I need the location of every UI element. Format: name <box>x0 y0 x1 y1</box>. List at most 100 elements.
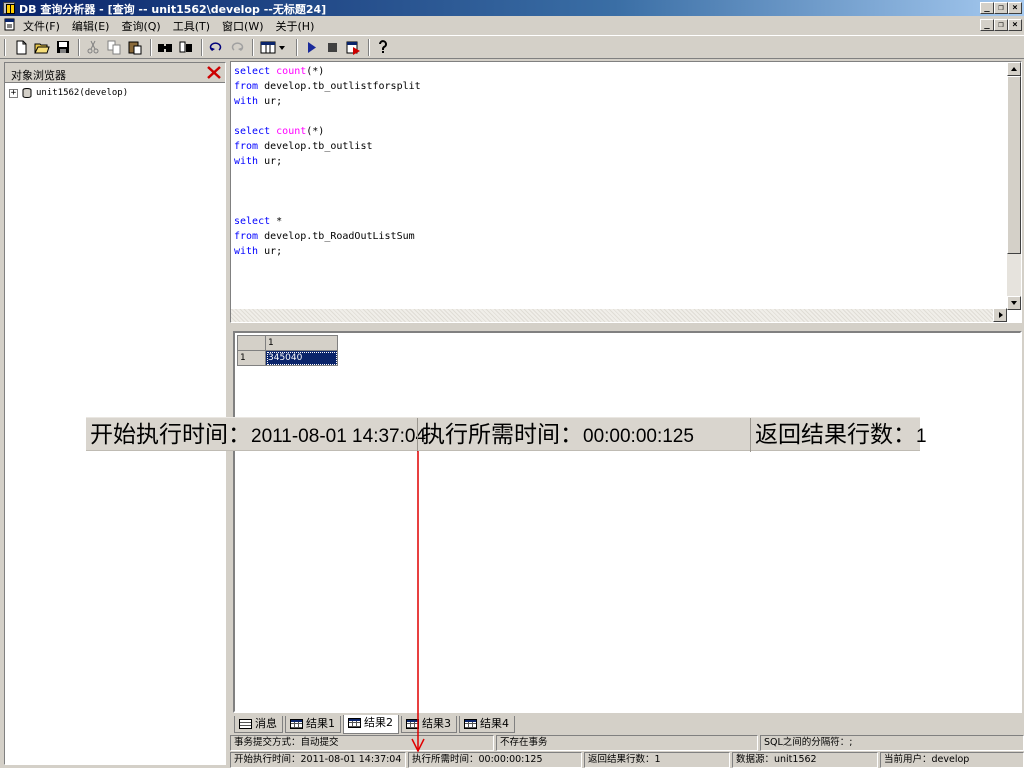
sql-text: (*) <box>306 66 325 77</box>
callout-elapsed: 执行所需时间：00:00:00:125 <box>422 418 694 452</box>
tree-item-database[interactable]: + unit1562(develop) <box>9 87 128 99</box>
code-line[interactable]: select count(*) <box>234 124 421 139</box>
result-tabs: 消息 结果1 结果2 结果3 结果4 <box>234 715 517 734</box>
toolbar-separator <box>150 39 152 56</box>
close-icon[interactable] <box>205 64 223 81</box>
message-icon <box>239 719 252 729</box>
replace-icon[interactable] <box>177 39 195 56</box>
scroll-thumb[interactable] <box>1007 76 1021 254</box>
callout-elapsed-value: 00:00:00:125 <box>583 426 694 447</box>
code-line[interactable]: from develop.tb_RoadOutListSum <box>234 229 421 244</box>
document-window-controls: _ ❐ × <box>980 19 1022 31</box>
document-icon[interactable] <box>4 18 16 31</box>
cut-icon[interactable] <box>84 39 102 56</box>
doc-minimize-button[interactable]: _ <box>980 19 994 31</box>
tab-result-2[interactable]: 结果2 <box>343 715 399 734</box>
tab-result-4[interactable]: 结果4 <box>459 716 515 733</box>
minimize-button[interactable]: _ <box>980 2 994 14</box>
sql-keyword: with <box>234 96 259 107</box>
status-rows: 返回结果行数：1 <box>584 752 730 768</box>
toolbar-separator <box>78 39 80 56</box>
callout-rows-value: 1 <box>916 426 927 447</box>
grid-icon <box>464 719 477 729</box>
execute-icon[interactable] <box>302 39 320 56</box>
menu-about[interactable]: 关于(H) <box>275 18 316 34</box>
tab-label: 结果2 <box>364 716 393 729</box>
callout-start-label: 开始执行时间： <box>90 422 251 448</box>
callout-rows-label: 返回结果行数： <box>755 422 916 448</box>
save-icon[interactable] <box>54 39 72 56</box>
sql-keyword: select <box>234 66 277 77</box>
toolbar-separator <box>368 39 370 56</box>
sql-keyword: from <box>234 141 259 152</box>
callout-divider <box>750 418 751 452</box>
scroll-up-icon[interactable] <box>1007 62 1021 76</box>
tab-result-1[interactable]: 结果1 <box>285 716 341 733</box>
sql-text: ur; <box>258 96 283 107</box>
new-file-icon[interactable] <box>12 39 30 56</box>
find-icon[interactable] <box>156 39 174 56</box>
sql-keyword: from <box>234 231 259 242</box>
tab-messages[interactable]: 消息 <box>234 716 283 733</box>
code-line[interactable]: from develop.tb_outlistforsplit <box>234 79 421 94</box>
sql-text: ur; <box>258 246 283 257</box>
paste-icon[interactable] <box>126 39 144 56</box>
restore-button[interactable]: ❐ <box>994 2 1008 14</box>
stop-icon[interactable] <box>323 39 341 56</box>
code-line[interactable] <box>234 169 421 184</box>
tab-result-3[interactable]: 结果3 <box>401 716 457 733</box>
doc-close-button[interactable]: × <box>1008 19 1022 31</box>
callout-start: 开始执行时间：2011-08-01 14:37:04 <box>90 418 426 452</box>
sql-editor[interactable]: select count(*) from develop.tb_outlistfo… <box>230 61 1022 323</box>
code-line[interactable]: select * <box>234 214 421 229</box>
row-header[interactable]: 1 <box>237 350 266 366</box>
sql-keyword: select <box>234 126 277 137</box>
sql-code[interactable]: select count(*) from develop.tb_outlistfo… <box>234 64 421 259</box>
results-pane: 1 1 345040 <box>233 331 1022 713</box>
scroll-down-icon[interactable] <box>1007 296 1021 310</box>
code-line[interactable] <box>234 109 421 124</box>
menu-window[interactable]: 窗口(W) <box>221 18 264 34</box>
code-line[interactable]: from develop.tb_outlist <box>234 139 421 154</box>
sql-function: count <box>276 126 307 137</box>
menu-file[interactable]: 文件(F) <box>22 18 61 34</box>
tab-label: 结果1 <box>306 717 335 730</box>
column-header[interactable]: 1 <box>265 335 338 351</box>
copy-icon[interactable] <box>105 39 123 56</box>
sql-keyword: select <box>234 216 271 227</box>
code-line[interactable] <box>234 184 421 199</box>
grid-icon <box>348 718 361 728</box>
object-browser-header: 对象浏览器 <box>5 63 225 83</box>
grid-corner[interactable] <box>237 335 266 351</box>
help-icon[interactable] <box>374 39 392 56</box>
undo-icon[interactable] <box>207 39 225 56</box>
close-button[interactable]: × <box>1008 2 1022 14</box>
results-mode-dropdown-icon[interactable] <box>258 39 288 56</box>
status-user: 当前用户：develop <box>880 752 1024 768</box>
code-line[interactable] <box>234 199 421 214</box>
vertical-scrollbar[interactable] <box>1007 62 1021 310</box>
doc-restore-button[interactable]: ❐ <box>994 19 1008 31</box>
app-icon <box>3 2 15 14</box>
menu-tools[interactable]: 工具(T) <box>172 18 211 34</box>
code-line[interactable]: with ur; <box>234 94 421 109</box>
callout-rows: 返回结果行数：1 <box>755 418 927 452</box>
status-callout: 开始执行时间：2011-08-01 14:37:04 执行所需时间：00:00:… <box>86 417 927 452</box>
toolbar-grip <box>4 39 6 56</box>
menu-edit[interactable]: 编辑(E) <box>71 18 111 34</box>
menu-items: 文件(F) 编辑(E) 查询(Q) 工具(T) 窗口(W) 关于(H) <box>22 18 315 34</box>
sql-keyword: with <box>234 246 259 257</box>
scroll-right-icon[interactable] <box>993 308 1007 322</box>
expand-icon[interactable]: + <box>9 88 18 98</box>
redo-icon[interactable] <box>228 39 246 56</box>
code-line[interactable]: with ur; <box>234 154 421 169</box>
execute-plan-icon[interactable] <box>344 39 362 56</box>
code-line[interactable]: select count(*) <box>234 64 421 79</box>
status-elapsed: 执行所需时间：00:00:00:125 <box>408 752 582 768</box>
menu-query[interactable]: 查询(Q) <box>120 18 161 34</box>
code-line[interactable]: with ur; <box>234 244 421 259</box>
sql-text: (*) <box>306 126 325 137</box>
result-cell[interactable]: 345040 <box>265 350 338 366</box>
horizontal-scrollbar[interactable] <box>231 308 1007 322</box>
open-folder-icon[interactable] <box>33 39 51 56</box>
